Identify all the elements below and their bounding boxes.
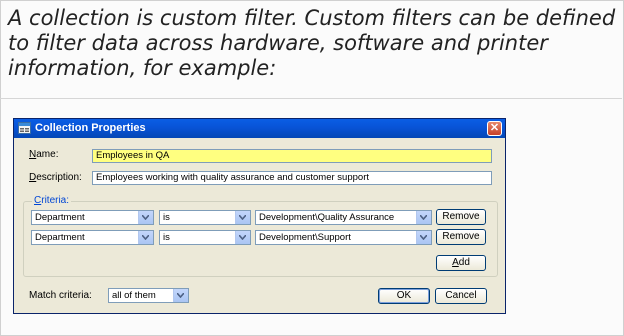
criteria-field-select[interactable]: Department — [31, 230, 154, 245]
chevron-down-icon[interactable] — [416, 211, 431, 224]
name-field[interactable]: Employees in QA — [92, 149, 492, 163]
match-criteria-select[interactable]: all of them — [108, 288, 189, 303]
collection-properties-dialog: Collection Properties ✕ Name: Employees … — [13, 118, 506, 314]
dialog-titlebar[interactable]: Collection Properties ✕ — [14, 119, 505, 138]
chevron-down-icon[interactable] — [235, 231, 250, 244]
remove-criteria-button[interactable]: Remove — [436, 229, 486, 245]
criteria-operator-select[interactable]: is — [159, 230, 251, 245]
description-label: Description: — [29, 172, 82, 183]
description-field[interactable]: Employees working with quality assurance… — [92, 171, 492, 185]
divider — [0, 98, 622, 99]
ok-button[interactable]: OK — [378, 288, 430, 304]
criteria-operator-select[interactable]: is — [159, 210, 251, 225]
criteria-label: Criteria: — [32, 195, 72, 206]
criteria-value-select[interactable]: Development\Quality Assurance — [255, 210, 432, 225]
dialog-title: Collection Properties — [35, 122, 146, 134]
chevron-down-icon[interactable] — [138, 231, 153, 244]
cancel-button[interactable]: Cancel — [435, 288, 487, 304]
chevron-down-icon[interactable] — [138, 211, 153, 224]
chevron-down-icon[interactable] — [235, 211, 250, 224]
close-button[interactable]: ✕ — [487, 121, 502, 136]
intro-text: A collection is custom filter. Custom fi… — [8, 6, 616, 80]
add-criteria-button[interactable]: Add — [436, 255, 486, 271]
criteria-field-select[interactable]: Department — [31, 210, 154, 225]
chevron-down-icon[interactable] — [416, 231, 431, 244]
close-icon: ✕ — [489, 122, 500, 134]
remove-criteria-button[interactable]: Remove — [436, 209, 486, 225]
criteria-value-select[interactable]: Development\Support — [255, 230, 432, 245]
match-criteria-label: Match criteria: — [29, 290, 92, 301]
name-label: Name: — [29, 149, 59, 160]
chevron-down-icon[interactable] — [173, 289, 188, 302]
collection-icon — [18, 122, 31, 134]
